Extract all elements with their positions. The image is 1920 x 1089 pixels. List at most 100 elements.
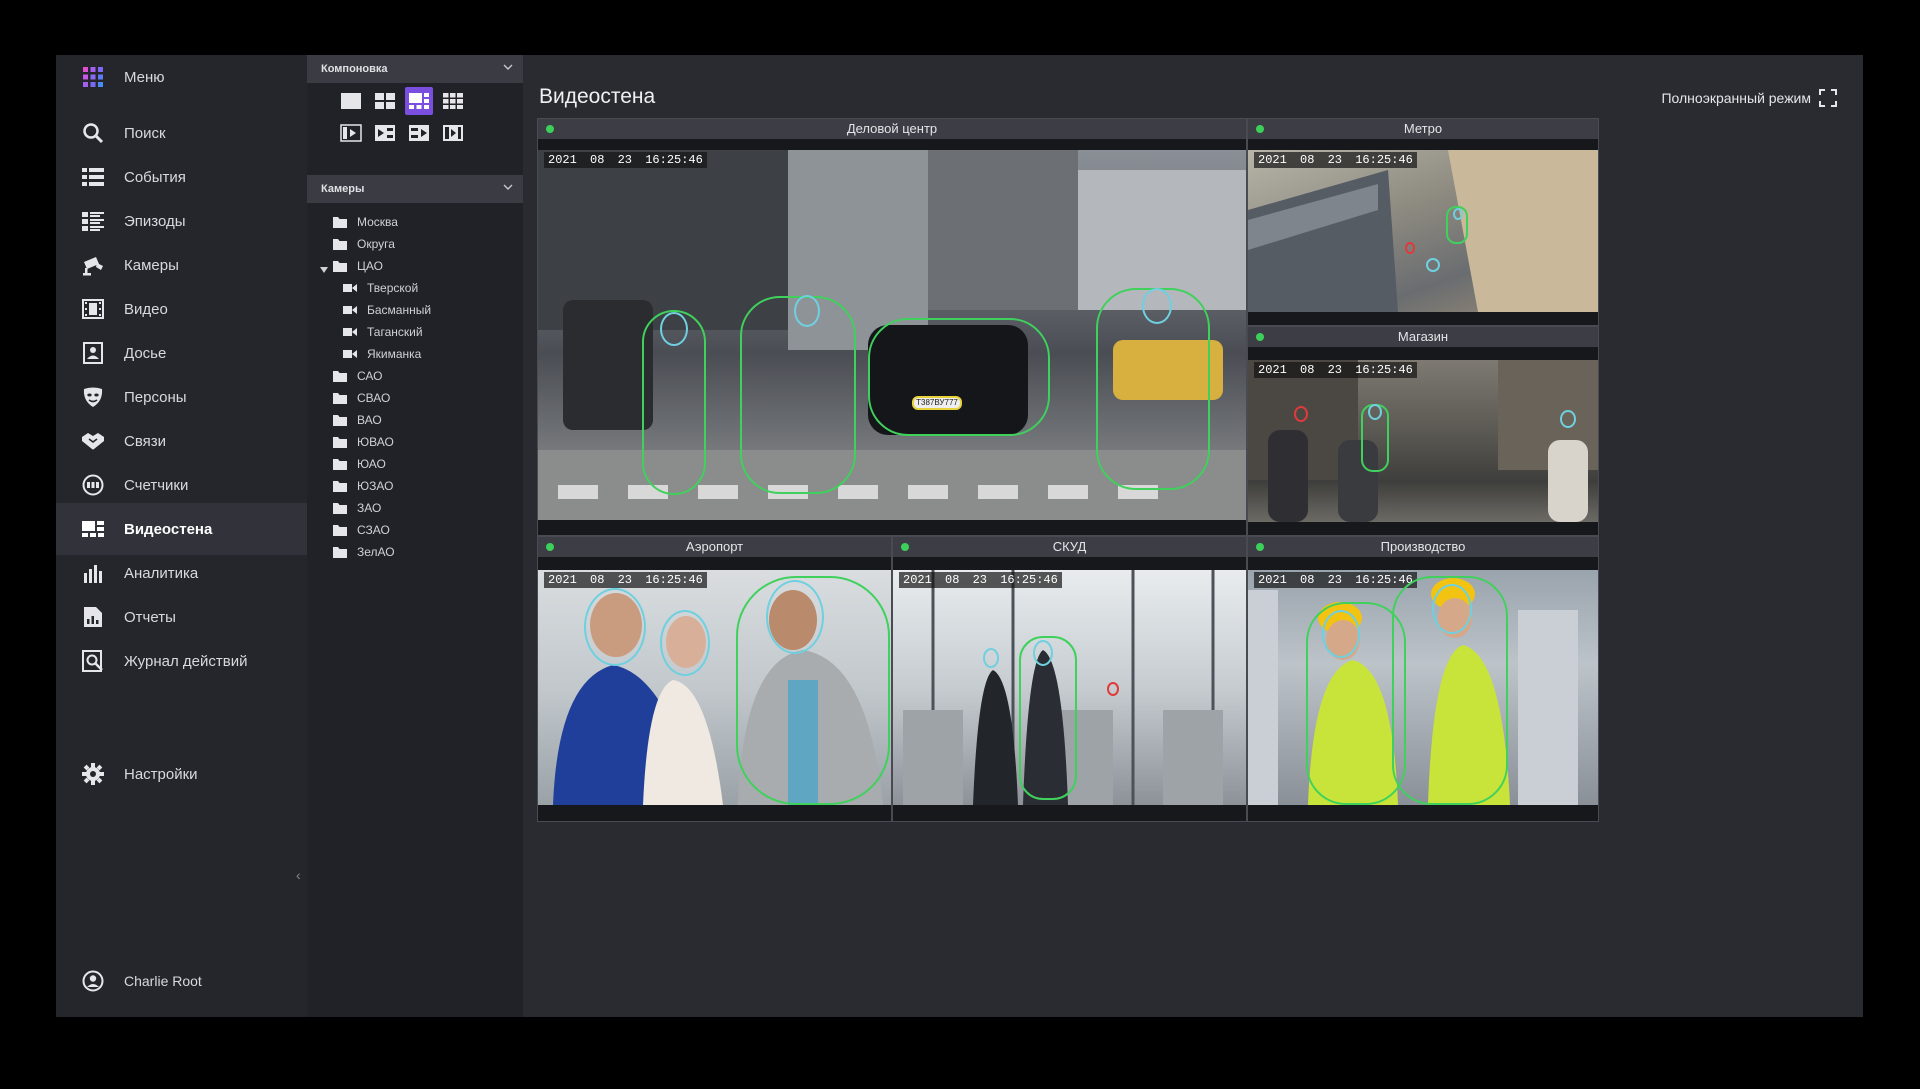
layout-split-right-icon — [409, 125, 429, 141]
face-detection-box — [766, 580, 824, 654]
videowall-icon — [80, 516, 106, 542]
tree-folder-item[interactable]: ЦАО — [320, 255, 383, 277]
tree-folder-item[interactable]: САО — [333, 365, 382, 387]
camera-header: СКУД — [893, 537, 1246, 557]
layout-split-center-button[interactable] — [439, 119, 467, 147]
tree-item-label: ЮЗАО — [357, 479, 394, 493]
camera-feed: 2021 08 23 16:25:46 — [1248, 360, 1598, 522]
alert-face-box — [1107, 682, 1119, 696]
tree-camera-item[interactable]: Якиманка — [343, 343, 421, 365]
tree-item-label: ВАО — [357, 413, 382, 427]
layout-panel-header[interactable]: Компоновка — [307, 55, 523, 83]
nav-label: Журнал действий — [124, 652, 248, 670]
layout-1x1-icon — [341, 93, 361, 109]
camera-name: Производство — [1380, 539, 1466, 554]
camera-name: СКУД — [1052, 539, 1087, 554]
camera-tile-production[interactable]: Производство 2021 08 23 16:25:46 — [1247, 536, 1599, 822]
fullscreen-icon — [1819, 89, 1837, 107]
page-title: Видеостена — [539, 85, 656, 108]
user-name: Charlie Root — [124, 973, 202, 989]
timestamp: 2021 08 23 16:25:46 — [1254, 572, 1417, 588]
tree-camera-item[interactable]: Таганский — [343, 321, 423, 343]
camera-tile-metro[interactable]: Метро 2021 08 23 16:25:46 — [1247, 118, 1599, 326]
tree-item-label: Якиманка — [367, 347, 422, 361]
counter-icon — [80, 472, 106, 498]
tree-camera-item[interactable]: Тверской — [343, 277, 418, 299]
camera-feed: 2021 08 23 16:25:46 — [893, 570, 1246, 805]
camera-tile-business-center[interactable]: Деловой центр 2021 08 23 16:25:46 Т387ВУ… — [537, 118, 1247, 536]
layout-2x2-button[interactable] — [371, 87, 399, 115]
tree-folder-item[interactable]: СЗАО — [333, 519, 390, 541]
nav-label: Настройки — [124, 765, 198, 783]
license-plate-box: Т387ВУ777 — [912, 396, 962, 410]
camera-name: Метро — [1403, 121, 1443, 136]
tree-folder-item[interactable]: ЗАО — [333, 497, 381, 519]
timestamp: 2021 08 23 16:25:46 — [1254, 152, 1417, 168]
face-detection-box — [794, 295, 820, 327]
timestamp: 2021 08 23 16:25:46 — [1254, 362, 1417, 378]
menu-button[interactable]: Меню — [56, 55, 307, 99]
folder-icon — [333, 436, 347, 448]
nav-item-settings[interactable]: Настройки — [56, 748, 307, 800]
folder-icon — [333, 260, 347, 272]
layout-split-left-button[interactable] — [337, 119, 365, 147]
tree-item-label: ЗелАО — [357, 545, 395, 559]
tree-folder-item[interactable]: Округа — [333, 233, 395, 255]
search-icon — [80, 120, 106, 146]
analytics-icon — [80, 560, 106, 586]
handshake-icon — [80, 428, 106, 454]
layout-split-right-button[interactable] — [405, 119, 433, 147]
alert-face-box — [1294, 406, 1308, 422]
nav-item-journal[interactable]: Журнал действий — [56, 635, 307, 687]
folder-icon — [333, 546, 347, 558]
timestamp: 2021 08 23 16:25:46 — [899, 572, 1062, 588]
camera-icon — [80, 252, 106, 278]
tree-camera-item[interactable]: Басманный — [343, 299, 431, 321]
tree-item-label: ЮАО — [357, 457, 386, 471]
camera-icon — [343, 304, 357, 316]
face-detection-box — [1426, 258, 1440, 272]
folder-icon — [333, 524, 347, 536]
chevron-down-icon — [503, 62, 513, 75]
layout-split-center-icon — [443, 125, 463, 141]
status-dot — [546, 125, 554, 133]
face-detection-box — [1033, 640, 1053, 666]
layout-1x1-button[interactable] — [337, 87, 365, 115]
tree-folder-item[interactable]: ЗелАО — [333, 541, 395, 563]
camera-feed: 2021 08 23 16:25:46 — [538, 570, 891, 805]
tree-folder-item[interactable]: ЮЗАО — [333, 475, 393, 497]
tree-item-label: ЮВАО — [357, 435, 394, 449]
tree-item-label: Басманный — [367, 303, 432, 317]
nav-label: Связи — [124, 432, 167, 450]
camera-tile-airport[interactable]: Аэропорт 2021 08 23 16:25:46 — [537, 536, 892, 822]
layout-split-top-button[interactable] — [371, 119, 399, 147]
face-detection-box — [1142, 288, 1172, 324]
folder-icon — [333, 238, 347, 250]
user-profile[interactable]: Charlie Root — [56, 961, 307, 1001]
tree-item-label: СВАО — [357, 391, 391, 405]
timestamp: 2021 08 23 16:25:46 — [544, 152, 707, 168]
tree-folder-item[interactable]: ЮАО — [333, 453, 386, 475]
nav-label: Эпизоды — [124, 212, 186, 230]
camera-tile-store[interactable]: Магазин 2021 08 23 16:25:46 — [1247, 326, 1599, 536]
tree-folder-item[interactable]: Москва — [333, 211, 398, 233]
camera-feed: 2021 08 23 16:25:46 — [1248, 570, 1598, 805]
camera-tile-access-control[interactable]: СКУД 2021 08 23 16:25:46 — [892, 536, 1247, 822]
face-detection-box — [1368, 404, 1382, 420]
camera-header: Метро — [1248, 119, 1598, 139]
cameras-panel-header[interactable]: Камеры — [307, 175, 523, 203]
layout-1plus5-button[interactable] — [405, 87, 433, 115]
folder-icon — [333, 216, 347, 228]
user-avatar-icon — [80, 968, 106, 994]
tree-folder-item[interactable]: ВАО — [333, 409, 382, 431]
fullscreen-button[interactable]: Полноэкранный режим — [1661, 89, 1837, 107]
layout-3x3-button[interactable] — [439, 87, 467, 115]
face-detection-box — [584, 588, 646, 666]
tree-folder-item[interactable]: СВАО — [333, 387, 390, 409]
chevron-down-icon — [503, 182, 513, 195]
tree-item-label: Округа — [357, 237, 395, 251]
nav-label: Аналитика — [124, 564, 199, 582]
collapse-sidebar-button[interactable]: ‹ — [296, 867, 301, 883]
tree-folder-item[interactable]: ЮВАО — [333, 431, 394, 453]
expand-arrow-icon[interactable] — [320, 262, 328, 276]
